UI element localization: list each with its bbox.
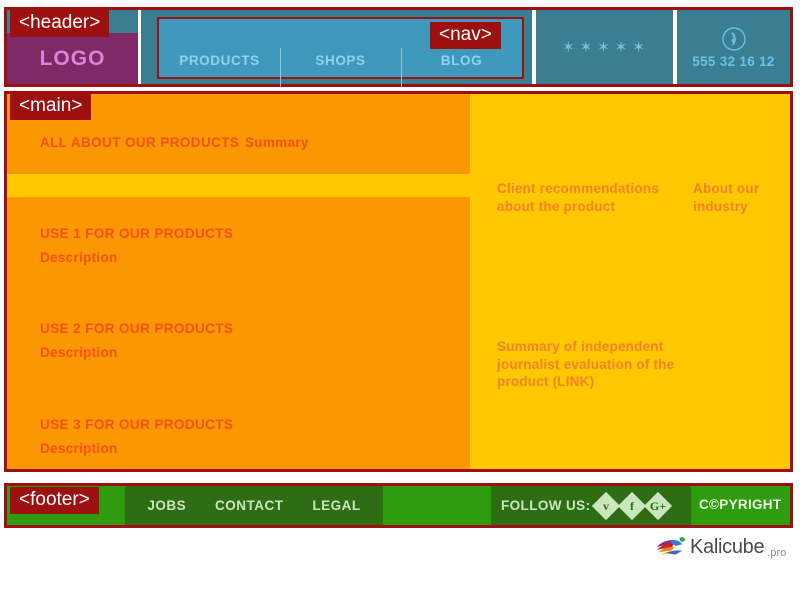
aside-journalist-evaluation[interactable]: Summary of independent journalist evalua…	[497, 338, 697, 391]
nav-item-label: BLOG	[441, 53, 482, 68]
star-icon: ✶	[597, 40, 610, 55]
star-icon: ✶	[632, 40, 645, 55]
footer-link-contact[interactable]: CONTACT	[215, 498, 284, 513]
star-icon: ✶	[615, 40, 628, 55]
tag-label-header: <header>	[10, 10, 109, 37]
social-block: FOLLOW US: ᴠ f G+	[491, 486, 691, 525]
aside-about-our-industry: About our industry	[693, 180, 783, 215]
brand-watermark: Kalicube .pro	[655, 532, 786, 562]
tag-label-nav: <nav>	[430, 22, 501, 49]
article-title: USE 1 FOR OUR PRODUCTS	[40, 226, 233, 241]
article-description: Description	[40, 345, 118, 360]
phone-icon	[721, 26, 747, 52]
follow-us-label: FOLLOW US:	[501, 498, 590, 513]
copyright-text: C©PYRIGHT	[699, 497, 781, 512]
article-use-1[interactable]: USE 1 FOR OUR PRODUCTS Description	[7, 197, 470, 293]
nav-item-shops[interactable]: SHOPS	[280, 53, 401, 77]
star-icon: ✶	[562, 40, 575, 55]
main-content: ALL ABOUT OUR PRODUCTS Summary USE 1 FOR…	[4, 91, 793, 472]
article-use-3[interactable]: USE 3 FOR OUR PRODUCTS Description	[7, 388, 470, 469]
logo-text: LOGO	[40, 47, 106, 71]
twitter-glyph: ᴠ	[596, 496, 616, 516]
google-plus-icon[interactable]: G+	[644, 491, 672, 519]
aside-client-recommendations: Client recommendations about the product	[497, 180, 682, 215]
article-title: ALL ABOUT OUR PRODUCTS	[40, 135, 239, 150]
page-root: LOGO PRODUCTS SHOPS BLOG ✶ ✶ ✶ ✶ ✶	[0, 0, 800, 602]
nav-item-products[interactable]: PRODUCTS	[159, 53, 280, 77]
rating-stars: ✶ ✶ ✶ ✶ ✶	[536, 10, 671, 84]
article-description: Description	[40, 250, 118, 265]
brand-tld: .pro	[767, 547, 786, 562]
nav-item-label: PRODUCTS	[179, 53, 260, 68]
article-title: USE 2 FOR OUR PRODUCTS	[40, 321, 233, 336]
footer-link-jobs[interactable]: JOBS	[147, 498, 186, 513]
article-description: Description	[40, 441, 118, 456]
contact-block[interactable]: 555 32 16 12	[677, 10, 790, 84]
tag-label-main: <main>	[10, 93, 91, 120]
star-icon: ✶	[580, 40, 593, 55]
article-title: USE 3 FOR OUR PRODUCTS	[40, 417, 233, 432]
site-footer: JOBS CONTACT LEGAL FOLLOW US: ᴠ f G+ C©P…	[4, 483, 793, 528]
nav-item-blog[interactable]: BLOG	[401, 53, 522, 77]
article-use-2[interactable]: USE 2 FOR OUR PRODUCTS Description	[7, 292, 470, 388]
phone-number: 555 32 16 12	[692, 54, 774, 69]
header-divider-logo	[138, 10, 141, 84]
site-header: LOGO PRODUCTS SHOPS BLOG ✶ ✶ ✶ ✶ ✶	[4, 7, 793, 87]
nav-item-label: SHOPS	[315, 53, 365, 68]
google-plus-glyph: G+	[648, 496, 668, 516]
tag-label-footer: <footer>	[10, 487, 99, 514]
footer-link-legal[interactable]: LEGAL	[312, 498, 360, 513]
footer-nav: JOBS CONTACT LEGAL	[125, 486, 383, 525]
brand-name: Kalicube	[690, 536, 764, 559]
facebook-glyph: f	[622, 496, 642, 516]
kalicube-bird-icon	[655, 532, 687, 562]
article-subtitle: Summary	[245, 135, 309, 150]
site-logo[interactable]: LOGO	[7, 33, 138, 84]
